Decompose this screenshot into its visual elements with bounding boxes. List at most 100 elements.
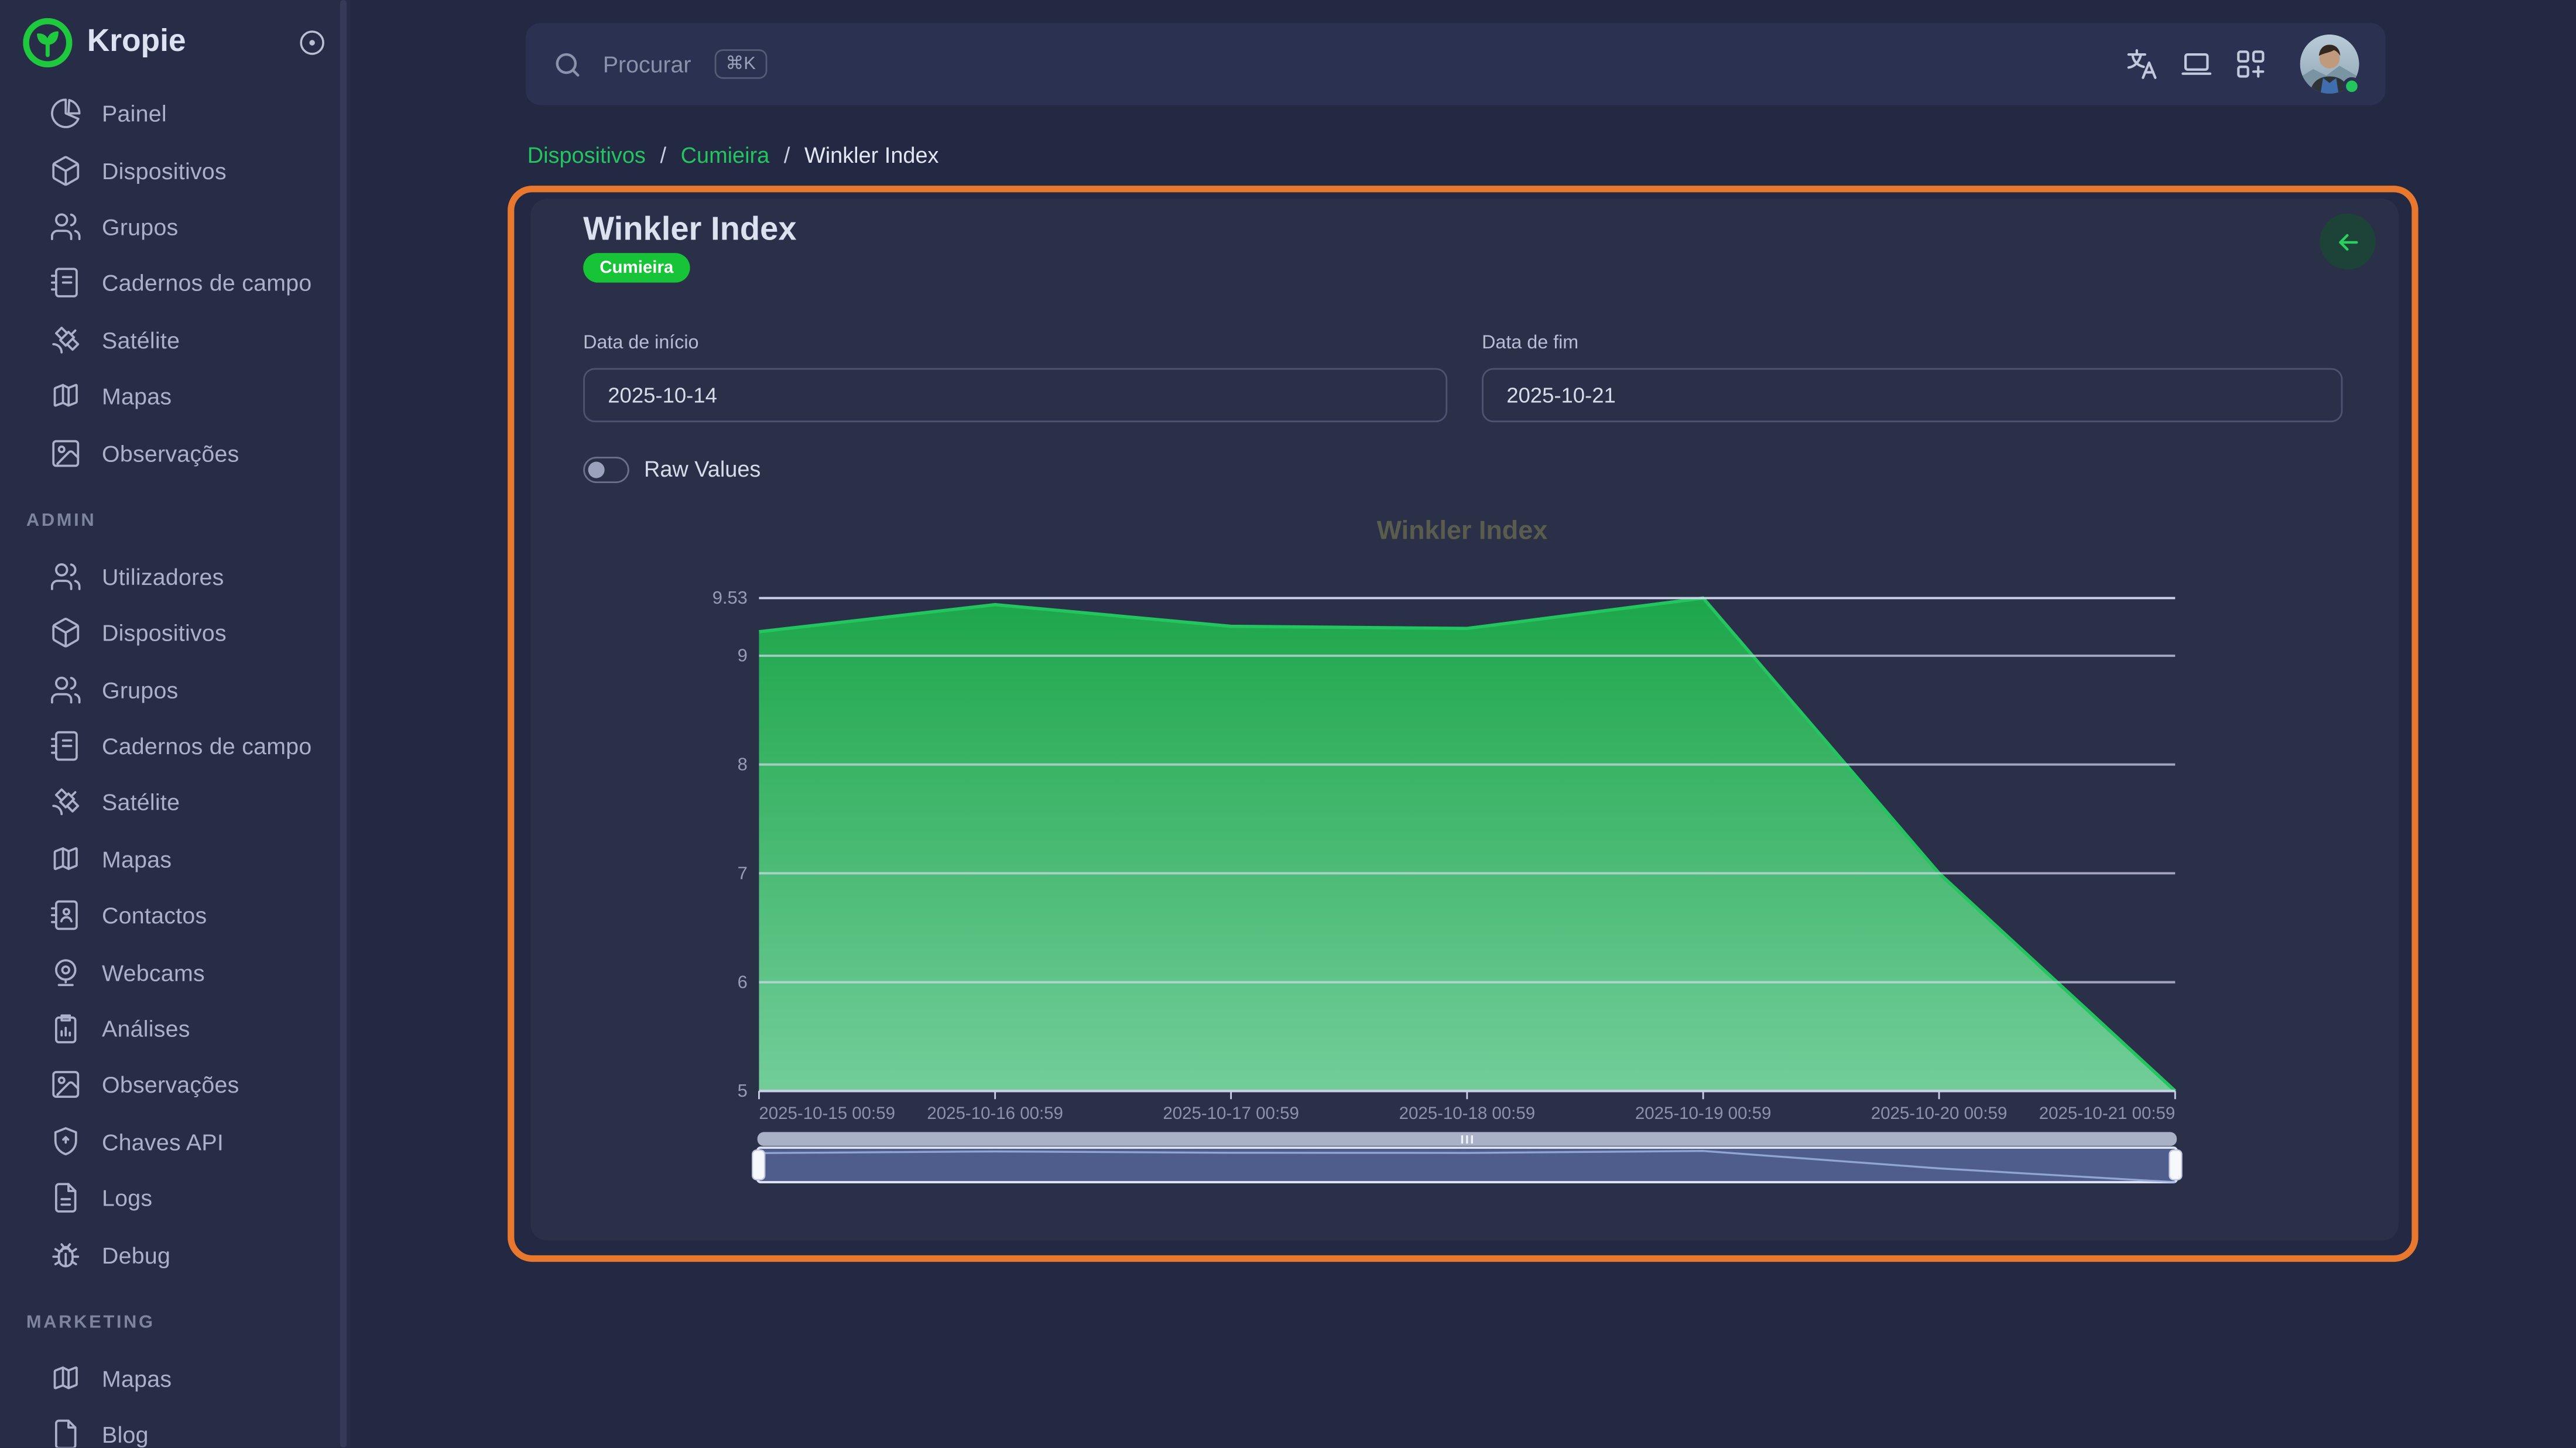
breadcrumb-cumieira[interactable]: Cumieira: [681, 143, 770, 167]
breadcrumb: Dispositivos / Cumieira / Winkler Index: [527, 143, 939, 167]
map-icon: [49, 843, 82, 875]
satellite-icon: [49, 786, 82, 819]
app-root: Kropie Painel Dispositivos Grupos Cadernos …: [0, 0, 2576, 1447]
sidebar-item-cadernos-de-campo[interactable]: Cadernos de campo: [0, 718, 350, 775]
search-shortcut-kbd: ⌘K: [714, 49, 768, 79]
user-avatar[interactable]: [2300, 35, 2359, 94]
breadcrumb-separator: /: [660, 143, 666, 167]
search-input[interactable]: Procurar ⌘K: [552, 49, 2126, 80]
sidebar-item-analises[interactable]: Análises: [0, 1001, 350, 1057]
sidebar-item-cadernos-de-campo[interactable]: Cadernos de campo: [0, 255, 350, 311]
notebook-icon: [49, 730, 82, 762]
y-tick-label: 8: [738, 754, 748, 775]
start-date-input[interactable]: [583, 368, 1447, 423]
sidebar-item-grupos[interactable]: Grupos: [0, 662, 350, 718]
image-icon: [49, 1069, 82, 1101]
search-placeholder: Procurar: [603, 51, 691, 77]
kropie-logo-icon: [23, 18, 72, 67]
map-icon: [49, 380, 82, 413]
y-tick-label: 6: [738, 971, 748, 992]
navigator-handle-left[interactable]: [752, 1150, 765, 1180]
sidebar-item-debug[interactable]: Debug: [0, 1227, 350, 1283]
users-icon: [49, 560, 82, 593]
brand-name: Kropie: [87, 25, 297, 61]
sidebar-item-logs[interactable]: Logs: [0, 1170, 350, 1227]
file-icon: [49, 1419, 82, 1447]
sidebar-item-contactos[interactable]: Contactos: [0, 888, 350, 944]
shield-icon: [49, 1125, 82, 1158]
sidebar-item-label: Dispositivos: [102, 157, 227, 183]
topbar: Procurar ⌘K: [526, 23, 2386, 105]
breadcrumb-separator: /: [784, 143, 790, 167]
x-tick-label: 2025-10-17 00:59: [1163, 1104, 1299, 1123]
x-tick-label: 2025-10-21 00:59: [2039, 1104, 2176, 1123]
y-tick-label: 7: [738, 862, 748, 883]
sidebar-item-mapas[interactable]: Mapas: [0, 1350, 350, 1407]
logo-row: Kropie: [0, 0, 350, 85]
toggle-knob: [588, 461, 605, 477]
contacts-icon: [49, 899, 82, 932]
sidebar-item-label: Webcams: [102, 959, 205, 985]
chart-title: Winkler Index: [1133, 518, 1790, 547]
y-tick-label: 9: [738, 645, 748, 666]
sidebar-item-painel[interactable]: Painel: [0, 85, 350, 142]
box-icon: [49, 617, 82, 649]
sidebar-item-observacoes[interactable]: Observações: [0, 1057, 350, 1114]
sidebar-item-dispositivos[interactable]: Dispositivos: [0, 605, 350, 662]
language-icon[interactable]: [2126, 47, 2159, 80]
y-tick-label: 5: [738, 1080, 748, 1101]
sidebar-item-label: Chaves API: [102, 1128, 224, 1155]
sidebar-item-observacoes[interactable]: Observações: [0, 425, 350, 481]
sidebar-collapse-icon[interactable]: [297, 28, 327, 58]
sidebar-item-blog[interactable]: Blog: [0, 1407, 350, 1448]
navigator-handle-right[interactable]: [2169, 1150, 2181, 1180]
sidebar-item-label: Grupos: [102, 676, 179, 703]
sidebar-item-label: Observações: [102, 440, 239, 466]
device-badge[interactable]: Cumieira: [583, 253, 690, 283]
sidebar-item-label: Logs: [102, 1185, 152, 1211]
filetext-icon: [49, 1182, 82, 1214]
users-icon: [49, 673, 82, 706]
sidebar-item-mapas[interactable]: Mapas: [0, 368, 350, 425]
sidebar-item-label: Cadernos de campo: [102, 270, 312, 296]
sidebar-item-label: Blog: [102, 1422, 149, 1447]
laptop-icon[interactable]: [2180, 47, 2213, 80]
x-tick-label: 2025-10-19 00:59: [1635, 1104, 1772, 1123]
satellite-icon: [49, 323, 82, 356]
breadcrumb-current: Winkler Index: [804, 143, 938, 167]
sidebar-item-label: Debug: [102, 1241, 170, 1268]
y-tick-label: 9.53: [712, 587, 748, 608]
end-date-input[interactable]: [1482, 368, 2342, 423]
notebook-icon: [49, 267, 82, 300]
breadcrumb-dispositivos[interactable]: Dispositivos: [527, 143, 646, 167]
sidebar-item-utilizadores[interactable]: Utilizadores: [0, 548, 350, 605]
sidebar-item-label: Utilizadores: [102, 563, 224, 590]
sidebar-item-mapas[interactable]: Mapas: [0, 831, 350, 888]
x-tick-label: 2025-10-18 00:59: [1399, 1104, 1536, 1123]
x-tick-label: 2025-10-20 00:59: [1871, 1104, 2008, 1123]
sidebar-item-webcams[interactable]: Webcams: [0, 944, 350, 1001]
sidebar-item-satelite[interactable]: Satélite: [0, 775, 350, 831]
box-icon: [49, 154, 82, 187]
back-button[interactable]: [2320, 214, 2375, 269]
end-date-label: Data de fim: [1482, 334, 1578, 354]
sidebar-item-grupos[interactable]: Grupos: [0, 198, 350, 255]
start-date-label: Data de início: [583, 334, 698, 354]
sidebar-item-label: Dispositivos: [102, 620, 227, 646]
online-status-dot: [2343, 77, 2361, 95]
sidebar-item-dispositivos[interactable]: Dispositivos: [0, 142, 350, 198]
x-tick-label: 2025-10-16 00:59: [927, 1104, 1063, 1123]
topbar-actions: [2126, 35, 2359, 94]
image-icon: [49, 436, 82, 469]
map-icon: [49, 1362, 82, 1395]
raw-values-toggle[interactable]: [583, 457, 629, 483]
arrow-left-icon: [2334, 228, 2362, 256]
x-tick-label: 2025-10-15 00:59: [759, 1104, 895, 1123]
sidebar-item-label: Satélite: [102, 789, 180, 816]
winkler-area-chart[interactable]: 5 6 7 8 9 9.53 2025-10-15 00:59 2025-10-16 00:5…: [707, 583, 2218, 1191]
sidebar-item-satelite[interactable]: Satélite: [0, 311, 350, 368]
sidebar-item-chaves-api[interactable]: Chaves API: [0, 1114, 350, 1170]
webcam-icon: [49, 956, 82, 988]
area-series: [759, 598, 2175, 1091]
apps-grid-icon[interactable]: [2234, 47, 2267, 80]
